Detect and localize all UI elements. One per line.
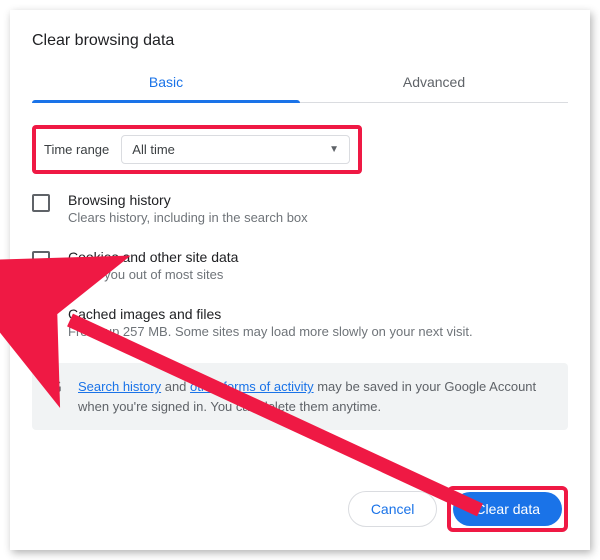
tabs: Basic Advanced <box>32 64 568 103</box>
option-label: Browsing history <box>68 192 308 208</box>
option-label: Cached images and files <box>68 306 473 322</box>
options-list: Browsing history Clears history, includi… <box>32 192 568 339</box>
link-search-history[interactable]: Search history <box>78 379 161 394</box>
tab-basic[interactable]: Basic <box>32 64 300 102</box>
time-range-row: Time range All time ▼ <box>32 125 362 174</box>
checkbox-cached[interactable] <box>32 308 50 326</box>
info-text: Search history and other forms of activi… <box>78 377 552 416</box>
clear-data-highlight: Clear data <box>447 486 568 532</box>
option-desc: Clears history, including in the search … <box>68 210 308 225</box>
cancel-button[interactable]: Cancel <box>348 491 438 527</box>
option-desc: Signs you out of most sites <box>68 267 238 282</box>
checkbox-browsing-history[interactable] <box>32 194 50 212</box>
option-browsing-history: Browsing history Clears history, includi… <box>32 192 568 225</box>
time-range-select[interactable]: All time ▼ <box>121 135 350 164</box>
chevron-down-icon: ▼ <box>329 144 339 155</box>
google-icon: G <box>48 377 62 398</box>
time-range-value: All time <box>132 142 175 157</box>
dialog-footer: Cancel Clear data <box>32 470 568 532</box>
dialog-title: Clear browsing data <box>32 32 568 50</box>
checkbox-cookies[interactable] <box>32 251 50 269</box>
clear-data-button[interactable]: Clear data <box>453 492 562 526</box>
link-other-activity[interactable]: other forms of activity <box>190 379 314 394</box>
option-label: Cookies and other site data <box>68 249 238 265</box>
option-cookies: Cookies and other site data Signs you ou… <box>32 249 568 282</box>
option-desc: Frees up 257 MB. Some sites may load mor… <box>68 324 473 339</box>
clear-browsing-data-dialog: Clear browsing data Basic Advanced Time … <box>10 10 590 550</box>
tab-advanced[interactable]: Advanced <box>300 64 568 102</box>
option-cached: Cached images and files Frees up 257 MB.… <box>32 306 568 339</box>
info-box: G Search history and other forms of acti… <box>32 363 568 430</box>
time-range-label: Time range <box>44 142 109 157</box>
